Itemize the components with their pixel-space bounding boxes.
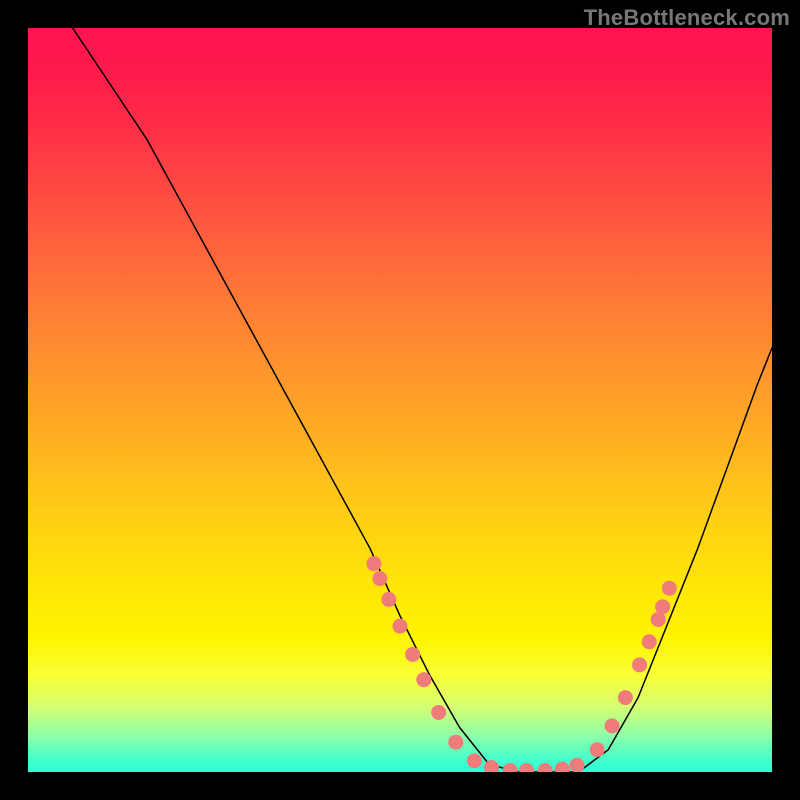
data-point-marker bbox=[590, 742, 605, 757]
data-point-marker bbox=[618, 690, 633, 705]
data-point-marker bbox=[467, 753, 482, 768]
data-point-marker bbox=[448, 735, 463, 750]
chart-frame bbox=[28, 28, 772, 772]
chart-svg bbox=[28, 28, 772, 772]
data-point-marker bbox=[431, 705, 446, 720]
data-point-marker bbox=[570, 758, 585, 772]
data-point-marker bbox=[393, 619, 408, 634]
data-point-marker bbox=[555, 762, 570, 772]
data-point-marker bbox=[632, 657, 647, 672]
curve-line bbox=[73, 28, 772, 772]
data-point-marker bbox=[503, 763, 518, 772]
data-point-marker bbox=[642, 634, 657, 649]
data-point-marker bbox=[655, 599, 670, 614]
data-point-marker bbox=[519, 763, 534, 772]
data-point-marker bbox=[416, 672, 431, 687]
data-point-marker bbox=[662, 581, 677, 596]
data-point-marker bbox=[405, 647, 420, 662]
plot-area bbox=[28, 28, 772, 772]
data-point-marker bbox=[372, 571, 387, 586]
data-point-marker bbox=[538, 763, 553, 772]
data-point-marker bbox=[381, 592, 396, 607]
data-point-marker bbox=[366, 556, 381, 571]
data-point-marker bbox=[605, 718, 620, 733]
